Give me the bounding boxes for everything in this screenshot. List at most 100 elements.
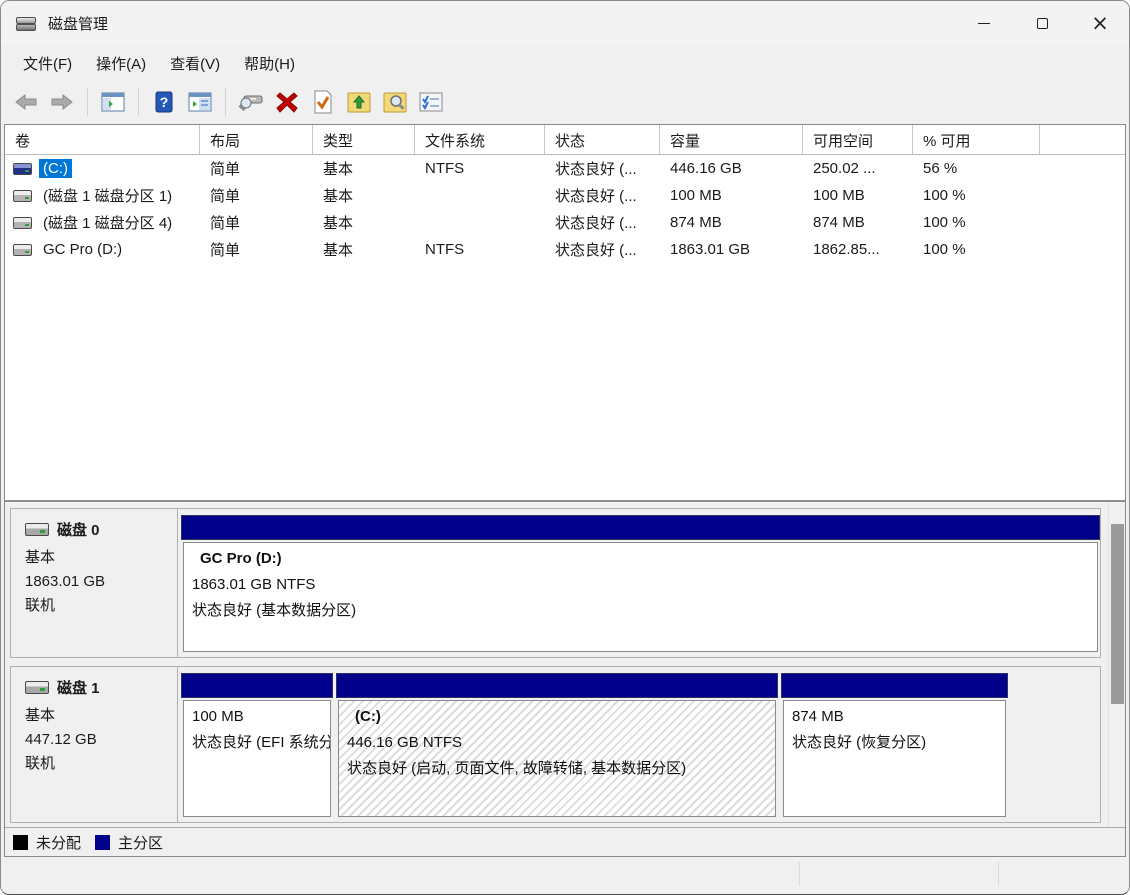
table-row[interactable]: (磁盘 1 磁盘分区 4) 简单 基本 状态良好 (... 874 MB 874…	[5, 209, 1125, 236]
column-header-type[interactable]: 类型	[313, 125, 415, 154]
primary-partition-color-swatch	[95, 834, 111, 850]
graphical-view-pane: 磁盘 0 基本 1863.01 GB 联机 GC Pro (D:) 1863.0…	[5, 502, 1125, 827]
cell-status: 状态良好 (...	[555, 242, 637, 259]
volume-name: (磁盘 1 磁盘分区 1)	[43, 188, 173, 205]
volume-drive-icon	[13, 243, 32, 256]
close-button[interactable]: ×	[1071, 1, 1129, 46]
partition-efi[interactable]: 100 MB 状态良好 (EFI 系统分区)	[181, 673, 333, 817]
cell-layout: 简单	[210, 161, 241, 178]
column-header-capacity[interactable]: 容量	[660, 125, 803, 154]
disk1-size: 447.12 GB	[25, 731, 97, 748]
volume-name: (C:)	[39, 159, 72, 178]
volume-list-pane: 卷 布局 类型 文件系统 状态 容量 可用空间 % 可用 (C:) 简单 基本 …	[5, 125, 1125, 502]
table-row[interactable]: GC Pro (D:) 简单 基本 NTFS 状态良好 (... 1863.01…	[5, 236, 1125, 263]
disk0-label[interactable]: 磁盘 0 基本 1863.01 GB 联机	[11, 509, 178, 657]
volume-list-header: 卷 布局 类型 文件系统 状态 容量 可用空间 % 可用	[5, 125, 1125, 155]
partition-label: GC Pro (D:)	[200, 550, 282, 567]
cell-free: 874 MB	[813, 214, 865, 231]
scrollbar-thumb[interactable]	[1111, 524, 1124, 704]
legend-primary-label: 主分区	[118, 834, 164, 852]
properties-checklist-icon	[419, 92, 443, 112]
cell-type: 基本	[323, 161, 354, 178]
folder-magnifier-icon	[383, 91, 407, 113]
cell-filesystem: NTFS	[425, 241, 465, 258]
legend-unallocated-label: 未分配	[36, 834, 82, 852]
cell-type: 基本	[323, 188, 354, 205]
cell-free: 250.02 ...	[813, 160, 876, 177]
column-header-pct-free[interactable]: % 可用	[913, 125, 1040, 154]
menu-file[interactable]: 文件(F)	[11, 49, 84, 78]
legend-bar: 未分配 主分区	[5, 827, 1125, 856]
partition-c-drive[interactable]: (C:) 446.16 GB NTFS 状态良好 (启动, 页面文件, 故障转储…	[336, 673, 778, 817]
disk1-row: 磁盘 1 基本 447.12 GB 联机 100 MB 状态良好 (EFI 系统…	[10, 666, 1101, 823]
partition-size: 1863.01 GB NTFS	[192, 576, 316, 593]
partition-recovery[interactable]: 874 MB 状态良好 (恢复分区)	[781, 673, 1008, 817]
column-header-layout[interactable]: 布局	[200, 125, 313, 154]
cell-pct: 100 %	[923, 214, 966, 231]
partition-d-drive[interactable]: GC Pro (D:) 1863.01 GB NTFS 状态良好 (基本数据分区…	[181, 515, 1100, 652]
delete-icon	[276, 91, 298, 113]
table-row[interactable]: (C:) 简单 基本 NTFS 状态良好 (... 446.16 GB 250.…	[5, 155, 1125, 182]
partition-size: 100 MB	[192, 708, 244, 725]
primary-partition-strip	[181, 673, 333, 698]
cell-type: 基本	[323, 242, 354, 259]
column-header-filesystem[interactable]: 文件系统	[415, 125, 545, 154]
disk1-label[interactable]: 磁盘 1 基本 447.12 GB 联机	[11, 667, 178, 822]
disk0-size: 1863.01 GB	[25, 573, 106, 590]
back-button[interactable]	[11, 87, 41, 117]
disk-icon	[25, 681, 49, 694]
column-header-free-space[interactable]: 可用空间	[803, 125, 913, 154]
primary-partition-strip	[336, 673, 778, 698]
forward-button[interactable]	[47, 87, 77, 117]
cell-status: 状态良好 (...	[555, 188, 637, 205]
mark-partition-active-button[interactable]	[308, 87, 338, 117]
menu-action[interactable]: 操作(A)	[84, 49, 158, 78]
volume-drive-icon	[13, 162, 32, 175]
cell-layout: 简单	[210, 215, 241, 232]
show-console-tree-button[interactable]	[98, 87, 128, 117]
column-header-status[interactable]: 状态	[545, 125, 660, 154]
properties-button[interactable]	[416, 87, 446, 117]
volume-drive-icon	[13, 216, 32, 229]
partition-status: 状态良好 (EFI 系统分区)	[192, 734, 330, 751]
disk0-row: 磁盘 0 基本 1863.01 GB 联机 GC Pro (D:) 1863.0…	[10, 508, 1101, 658]
partition-size: 446.16 GB NTFS	[347, 734, 463, 751]
cell-capacity: 1863.01 GB	[670, 241, 751, 258]
minimize-button[interactable]	[955, 1, 1013, 46]
toolbar-separator	[138, 88, 139, 116]
change-drive-letter-button[interactable]	[236, 87, 266, 117]
maximize-icon	[1036, 18, 1048, 29]
disk1-status: 联机	[25, 755, 56, 772]
column-header-volume[interactable]: 卷	[5, 125, 200, 154]
vertical-scrollbar[interactable]	[1108, 502, 1125, 827]
statusbar-separator	[998, 862, 999, 886]
client-area: 卷 布局 类型 文件系统 状态 容量 可用空间 % 可用 (C:) 简单 基本 …	[4, 124, 1126, 857]
volume-name: GC Pro (D:)	[43, 241, 123, 258]
cell-status: 状态良好 (...	[555, 161, 637, 178]
cell-capacity: 874 MB	[670, 214, 722, 231]
cell-pct: 100 %	[923, 187, 966, 204]
disk-management-app-icon	[16, 16, 38, 32]
table-row[interactable]: (磁盘 1 磁盘分区 1) 简单 基本 状态良好 (... 100 MB 100…	[5, 182, 1125, 209]
svg-text:?: ?	[160, 94, 169, 110]
partition-status: 状态良好 (基本数据分区)	[192, 602, 357, 619]
console-tree-icon	[101, 92, 125, 112]
open-folder-button[interactable]	[344, 87, 374, 117]
maximize-button[interactable]	[1013, 1, 1071, 46]
volume-name: (磁盘 1 磁盘分区 4)	[43, 215, 173, 232]
help-button[interactable]: ?	[149, 87, 179, 117]
toolbar-separator	[87, 88, 88, 116]
unallocated-color-swatch	[13, 834, 28, 850]
disk0-status: 联机	[25, 597, 56, 614]
column-header-empty	[1040, 125, 1125, 154]
menu-view[interactable]: 查看(V)	[158, 49, 232, 78]
delete-volume-button[interactable]	[272, 87, 302, 117]
disk1-type: 基本	[25, 707, 56, 724]
disk0-name: 磁盘 0	[57, 522, 100, 539]
cell-pct: 56 %	[923, 160, 958, 177]
explore-folder-button[interactable]	[380, 87, 410, 117]
show-action-pane-button[interactable]	[185, 87, 215, 117]
toolbar: ?	[1, 80, 1129, 124]
menu-help[interactable]: 帮助(H)	[232, 49, 307, 78]
cell-status: 状态良好 (...	[555, 215, 637, 232]
